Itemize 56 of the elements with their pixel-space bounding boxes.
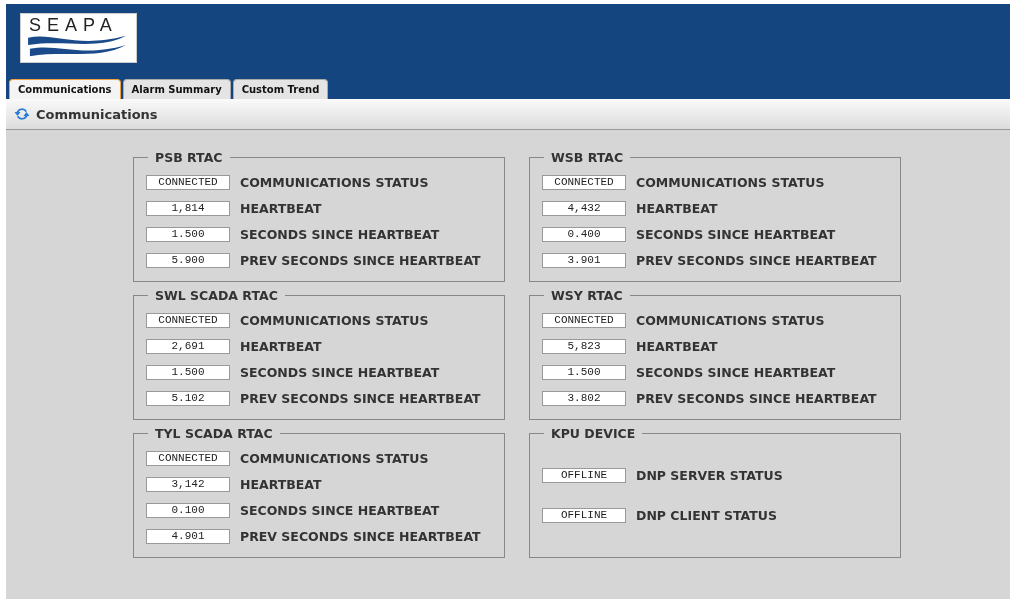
value-display: 4,432 — [542, 200, 626, 216]
value-label: PREV SECONDS SINCE HEARTBEAT — [240, 528, 481, 544]
value-display: CONNECTED — [542, 174, 626, 190]
group-title: WSY RTAC — [550, 288, 624, 303]
value-display: 2,691 — [146, 338, 230, 354]
value-display: CONNECTED — [146, 174, 230, 190]
value-display: 5,823 — [542, 338, 626, 354]
value-display: 1.500 — [542, 364, 626, 380]
value-label: PREV SECONDS SINCE HEARTBEAT — [636, 390, 877, 406]
value-label: HEARTBEAT — [636, 200, 718, 216]
value-label: SECONDS SINCE HEARTBEAT — [636, 364, 836, 380]
value-label: COMMUNICATIONS STATUS — [240, 174, 429, 190]
value-display: 5.102 — [146, 390, 230, 406]
value-display: 0.100 — [146, 502, 230, 518]
value-display: 3,142 — [146, 476, 230, 492]
value-label: SECONDS SINCE HEARTBEAT — [240, 502, 440, 518]
value-label: COMMUNICATIONS STATUS — [636, 174, 825, 190]
value-label: PREV SECONDS SINCE HEARTBEAT — [240, 390, 481, 406]
value-label: HEARTBEAT — [240, 338, 322, 354]
value-display: OFFLINE — [542, 507, 626, 523]
group-title: WSB RTAC — [550, 150, 625, 165]
tab[interactable]: Communications — [9, 79, 121, 99]
group-title: KPU DEVICE — [550, 426, 637, 441]
value-label: COMMUNICATIONS STATUS — [636, 312, 825, 328]
value-display: CONNECTED — [146, 312, 230, 328]
value-label: HEARTBEAT — [240, 476, 322, 492]
value-label: COMMUNICATIONS STATUS — [240, 312, 429, 328]
value-display: 3.901 — [542, 252, 626, 268]
value-label: SECONDS SINCE HEARTBEAT — [636, 226, 836, 242]
toolbar-title: Communications — [36, 106, 158, 122]
value-display: 1,814 — [146, 200, 230, 216]
value-label: SECONDS SINCE HEARTBEAT — [240, 364, 440, 380]
tab[interactable]: Custom Trend — [232, 79, 329, 99]
value-label: COMMUNICATIONS STATUS — [240, 450, 429, 466]
value-label: DNP CLIENT STATUS — [636, 507, 777, 523]
value-display: 3.802 — [542, 390, 626, 406]
value-label: HEARTBEAT — [636, 338, 718, 354]
group-title: PSB RTAC — [154, 150, 224, 165]
tab[interactable]: Alarm Summary — [122, 79, 231, 99]
value-display: 5.900 — [146, 252, 230, 268]
value-display: OFFLINE — [542, 467, 626, 483]
logo-text: SEAPA — [28, 16, 118, 34]
value-display: CONNECTED — [542, 312, 626, 328]
value-label: SECONDS SINCE HEARTBEAT — [240, 226, 440, 242]
value-label: PREV SECONDS SINCE HEARTBEAT — [240, 252, 481, 268]
value-label: DNP SERVER STATUS — [636, 467, 783, 483]
group-title: SWL SCADA RTAC — [154, 288, 279, 303]
value-display: CONNECTED — [146, 450, 230, 466]
value-display: 1.500 — [146, 226, 230, 242]
refresh-icon[interactable] — [14, 106, 30, 122]
value-label: HEARTBEAT — [240, 200, 322, 216]
value-display: 4.901 — [146, 528, 230, 544]
value-label: PREV SECONDS SINCE HEARTBEAT — [636, 252, 877, 268]
group-title: TYL SCADA RTAC — [154, 426, 274, 441]
value-display: 0.400 — [542, 226, 626, 242]
value-display: 1.500 — [146, 364, 230, 380]
